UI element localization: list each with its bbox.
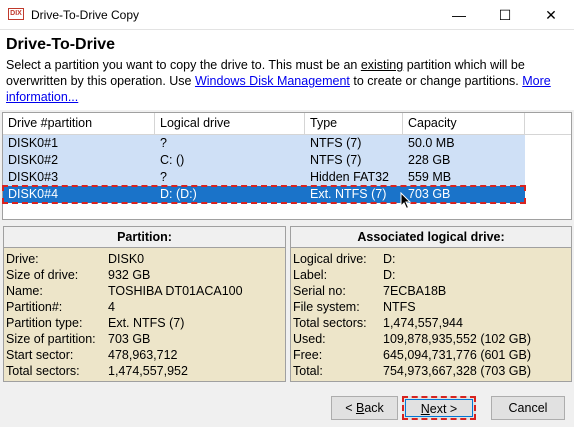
column-header-logical-drive[interactable]: Logical drive [155,113,305,134]
close-button[interactable]: ✕ [528,0,574,30]
next-label-rest: ext > [429,402,458,416]
info-key: File system: [293,300,360,314]
partition-panel: Partition: Drive: DISK0 Size of drive: 932… [3,226,286,382]
cell-capacity: 50.0 MB [408,136,455,150]
info-value: DISK0 [108,252,145,266]
window-title: Drive-To-Drive Copy [31,8,140,22]
next-button[interactable]: Next > [402,396,476,420]
info-key: Start sector: [6,348,74,362]
table-row[interactable]: DISK0#2 C: () NTFS (7) 228 GB [3,152,525,169]
minimize-button[interactable]: — [436,0,482,30]
info-key: Size of drive: [6,268,79,282]
info-key: Free: [293,348,323,362]
partition-panel-title: Partition: [4,227,285,248]
info-row: Logical drive: D: [291,251,571,267]
info-key: Label: [293,268,328,282]
title-bar: DIX Drive-To-Drive Copy — ☐ ✕ [0,0,574,30]
header-area: Drive-To-Drive Select a partition you wa… [0,30,574,110]
info-value: 1,474,557,952 [108,364,188,378]
info-value: 109,878,935,552 (102 GB) [383,332,532,346]
cell-drive: DISK0#3 [8,170,59,184]
info-row: Used: 109,878,935,552 (102 GB) [291,331,571,347]
info-row: Free: 645,094,731,776 (601 GB) [291,347,571,363]
cell-logical-drive: ? [160,170,167,184]
info-key: Total sectors: [293,316,367,330]
info-key: Total: [293,364,323,378]
cell-logical-drive: ? [160,136,167,150]
info-row: File system: NTFS [291,299,571,315]
logical-drive-panel: Associated logical drive: Logical drive:… [290,226,572,382]
info-key: Partition#: [6,300,63,314]
info-key: Total sectors: [6,364,80,378]
info-row: Serial no: 7ECBA18B [291,283,571,299]
info-row: Size of drive: 932 GB [4,267,285,283]
info-row: Partition type: Ext. NTFS (7) [4,315,285,331]
info-value: 478,963,712 [108,348,178,362]
info-row: Partition#: 4 [4,299,285,315]
description: Select a partition you want to copy the … [6,57,572,105]
info-value: 1,474,557,944 [383,316,463,330]
cell-logical-drive: C: () [160,153,185,167]
info-key: Drive: [6,252,39,266]
info-value: TOSHIBA DT01ACA100 [108,284,243,298]
info-value: D: [383,252,396,266]
info-key: Name: [6,284,43,298]
info-value: 645,094,731,776 (601 GB) [383,348,532,362]
next-label-accel: N [420,402,430,416]
info-row: Total sectors: 1,474,557,944 [291,315,571,331]
logical-drive-panel-title: Associated logical drive: [291,227,571,248]
table-header: Drive #partition Logical drive Type Capa… [3,113,571,135]
info-value: D: [383,268,396,282]
disk-management-link[interactable]: Windows Disk Management [195,74,350,88]
info-row: Label: D: [291,267,571,283]
info-row: Name: TOSHIBA DT01ACA100 [4,283,285,299]
description-text: Select a partition you want to copy the … [6,58,361,72]
cell-drive: DISK0#4 [8,187,59,201]
cell-type: NTFS (7) [310,153,362,167]
mouse-cursor-icon [400,192,412,210]
info-value: Ext. NTFS (7) [108,316,185,330]
back-button[interactable]: < Back [331,396,398,420]
info-value: NTFS [383,300,416,314]
info-value: 932 GB [108,268,151,282]
info-row: Size of partition: 703 GB [4,331,285,347]
column-header-type[interactable]: Type [305,113,403,134]
maximize-button[interactable]: ☐ [482,0,528,30]
back-label-rest: ack [364,401,384,415]
info-row: Total: 754,973,667,328 (703 GB) [291,363,571,379]
info-key: Size of partition: [6,332,96,346]
info-value: 7ECBA18B [383,284,447,298]
info-row: Total sectors: 1,474,557,952 [4,363,285,379]
app-icon: DIX [8,8,24,20]
cell-capacity: 559 MB [408,170,452,184]
info-key: Partition type: [6,316,83,330]
info-value: 754,973,667,328 (703 GB) [383,364,532,378]
cell-drive: DISK0#1 [8,136,59,150]
cell-drive: DISK0#2 [8,153,59,167]
cell-type: Ext. NTFS (7) [310,187,387,201]
back-label-prefix: < [345,401,356,415]
table-row[interactable]: DISK0#3 ? Hidden FAT32 559 MB [3,169,525,186]
selected-table-row[interactable]: DISK0#4 D: (D:) Ext. NTFS (7) 703 GB [2,185,526,204]
cell-logical-drive: D: (D:) [160,187,197,201]
info-row: Drive: DISK0 [4,251,285,267]
table-row[interactable]: DISK0#1 ? NTFS (7) 50.0 MB [3,135,525,152]
page-title: Drive-To-Drive [6,36,116,53]
partition-table: Drive #partition Logical drive Type Capa… [2,112,572,220]
info-value: 4 [108,300,115,314]
cancel-button[interactable]: Cancel [491,396,565,420]
column-header-capacity[interactable]: Capacity [403,113,525,134]
cell-capacity: 228 GB [408,153,451,167]
info-value: 703 GB [108,332,151,346]
info-key: Logical drive: [293,252,367,266]
cell-type: NTFS (7) [310,136,362,150]
description-text: to create or change partitions. [349,74,523,88]
existing-emphasis: existing [360,58,404,72]
cell-type: Hidden FAT32 [310,170,389,184]
info-key: Used: [293,332,326,346]
cell-capacity: 703 GB [408,187,451,201]
info-key: Serial no: [293,284,346,298]
column-header-drive[interactable]: Drive #partition [3,113,155,134]
info-row: Start sector: 478,963,712 [4,347,285,363]
